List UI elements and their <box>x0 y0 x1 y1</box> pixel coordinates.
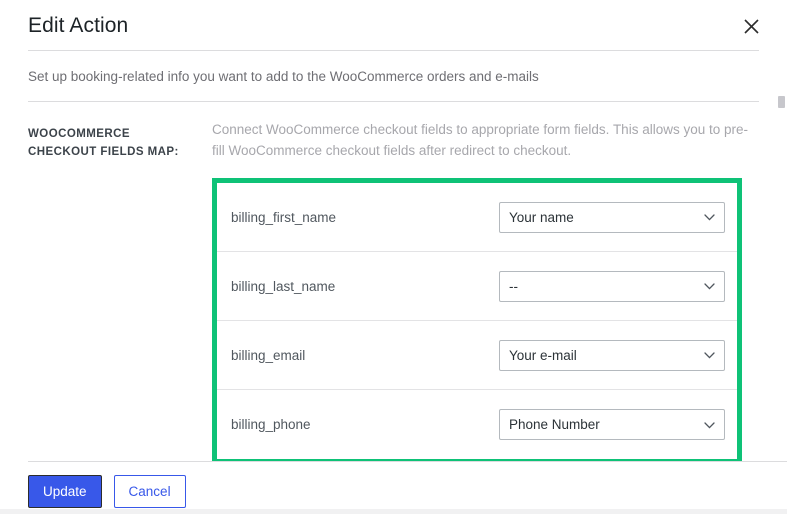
field-key-label: billing_first_name <box>231 209 337 225</box>
settings-body: WOOCOMMERCE CHECKOUT FIELDS MAP: Connect… <box>0 102 787 465</box>
field-select-wrapper: Your name <box>499 201 725 233</box>
field-select-wrapper: -- <box>499 270 725 302</box>
table-row: billing_last_name -- <box>217 252 737 322</box>
modal-footer: Update Cancel <box>0 462 787 514</box>
bottom-strip <box>0 509 787 514</box>
update-button[interactable]: Update <box>28 475 102 508</box>
table-row: billing_phone Phone Number <box>217 390 737 460</box>
section-content-column: Connect WooCommerce checkout fields to a… <box>212 120 787 465</box>
billing-first-name-select[interactable]: Your name <box>499 201 725 233</box>
cancel-button[interactable]: Cancel <box>113 475 186 508</box>
field-select-wrapper: Your e-mail <box>499 339 725 371</box>
billing-last-name-select[interactable]: -- <box>499 270 725 302</box>
billing-email-select[interactable]: Your e-mail <box>499 339 725 371</box>
field-key-label: billing_phone <box>231 417 311 433</box>
vertical-scrollbar[interactable] <box>777 96 786 514</box>
field-key-label: billing_last_name <box>231 278 336 294</box>
section-label: WOOCOMMERCE CHECKOUT FIELDS MAP: <box>28 128 179 159</box>
section-label-column: WOOCOMMERCE CHECKOUT FIELDS MAP: <box>0 120 212 464</box>
page-title: Edit Action <box>28 13 129 37</box>
section-description: Connect WooCommerce checkout fields to a… <box>212 122 748 159</box>
checkout-fields-map-highlight: billing_first_name Your name billing_las… <box>212 178 742 465</box>
field-select-wrapper: Phone Number <box>499 409 725 441</box>
billing-phone-select[interactable]: Phone Number <box>499 409 725 441</box>
close-button[interactable] <box>731 6 771 46</box>
modal-header: Edit Action <box>0 0 787 50</box>
scrollbar-thumb[interactable] <box>778 96 785 108</box>
table-row: billing_email Your e-mail <box>217 321 737 391</box>
field-key-label: billing_email <box>231 347 306 363</box>
table-row: billing_first_name Your name <box>217 183 737 253</box>
close-icon <box>743 18 759 34</box>
intro-text: Set up booking-related info you want to … <box>28 69 539 84</box>
